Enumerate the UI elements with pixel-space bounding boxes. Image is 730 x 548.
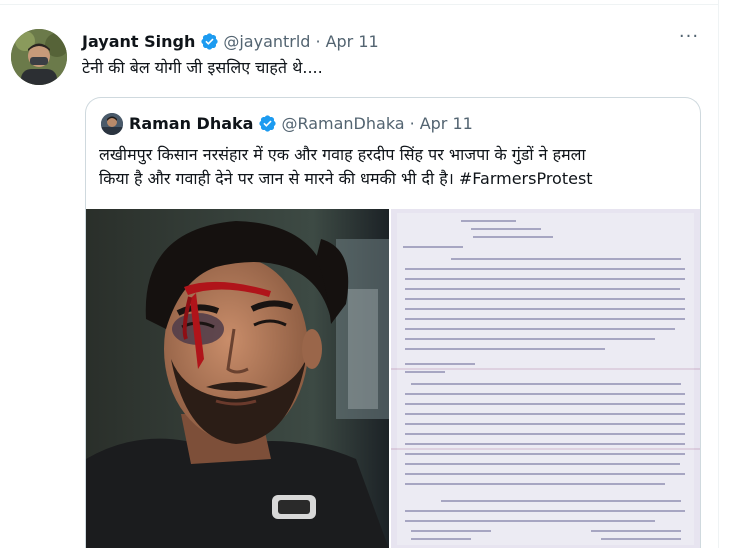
quoted-author-avatar [101,113,123,135]
handwritten-letter-photo[interactable] [391,209,700,548]
verified-badge-icon [200,32,219,51]
tweet-text: टेनी की बेल योगी जी इसलिए चाहते थे.... [82,58,323,77]
quoted-tweet-text: लखीमपुर किसान नरसंहार में एक और गवाह हरद… [99,143,694,191]
more-options-icon[interactable]: ··· [677,28,701,48]
verified-badge-icon [258,114,277,133]
tweet-header: Jayant Singh @jayantrld · Apr 11 [82,30,379,52]
quoted-header-separator: · [409,113,415,133]
author-avatar[interactable] [11,29,67,85]
injured-man-photo[interactable] [86,209,389,548]
tweet-date[interactable]: Apr 11 [326,32,379,51]
author-name[interactable]: Jayant Singh [82,32,195,51]
quoted-author-name: Raman Dhaka [129,113,254,133]
quoted-tweet-header: Raman Dhaka @RamanDhaka · Apr 11 [129,112,473,134]
quoted-author-handle: @RamanDhaka [281,113,405,133]
top-divider [0,0,730,10]
quoted-tweet-date: Apr 11 [419,113,473,133]
author-handle[interactable]: @jayantrld [223,32,310,51]
quoted-tweet[interactable]: Raman Dhaka @RamanDhaka · Apr 11 लखीमपुर… [85,97,701,548]
right-divider [718,0,719,548]
media-grid [86,209,700,548]
header-separator: · [315,31,321,51]
quoted-tweet-text-line2: किया है और गवाही देने पर जान से मारने की… [99,169,593,188]
quoted-tweet-text-line1: लखीमपुर किसान नरसंहार में एक और गवाह हरद… [99,145,586,164]
